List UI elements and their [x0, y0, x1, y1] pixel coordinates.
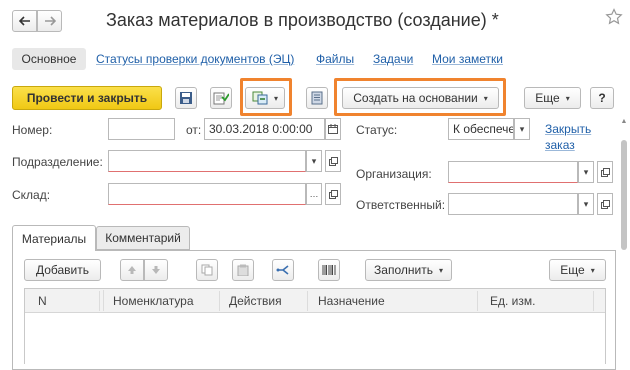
- fill-button[interactable]: Заполнить ▾: [365, 259, 452, 281]
- division-dropdown-button[interactable]: ▾: [306, 150, 322, 172]
- list-report-icon: [311, 91, 323, 105]
- status-select[interactable]: К обеспече: [448, 118, 514, 140]
- barcode-button[interactable]: [318, 259, 340, 281]
- post-and-close-label: Провести и закрыть: [26, 91, 148, 105]
- chevron-down-icon: ▾: [438, 265, 443, 275]
- organization-label: Организация:: [356, 167, 432, 181]
- column-header-purpose[interactable]: Назначение: [318, 291, 478, 311]
- tab-signature-status[interactable]: Статусы проверки документов (ЭЦ): [96, 52, 294, 66]
- forward-button[interactable]: [37, 10, 62, 32]
- tab-main[interactable]: Основное: [12, 48, 86, 70]
- open-window-icon: [600, 199, 610, 209]
- window-title: Заказ материалов в производство (создани…: [106, 10, 499, 30]
- tab-comment-label: Комментарий: [105, 231, 181, 245]
- open-window-icon: [600, 167, 610, 177]
- responsible-label: Ответственный:: [356, 198, 446, 212]
- copy-icon: [201, 264, 213, 276]
- column-header-actions[interactable]: Действия: [229, 291, 308, 311]
- chevron-down-icon: ▾: [311, 155, 317, 166]
- column-header-n[interactable]: N: [38, 291, 100, 311]
- open-window-icon: [328, 189, 338, 199]
- organization-open-button[interactable]: [597, 161, 613, 183]
- tab-files[interactable]: Файлы: [316, 52, 354, 66]
- close-order-link[interactable]: Закрыть заказ: [545, 121, 600, 153]
- date-field[interactable]: 30.03.2018 0:00:00: [204, 118, 325, 140]
- window-scrollbar[interactable]: ▲: [620, 118, 628, 364]
- open-window-icon: [328, 156, 338, 166]
- add-row-button[interactable]: Добавить: [24, 259, 101, 281]
- number-field[interactable]: [108, 118, 175, 140]
- arrow-up-icon: [128, 266, 136, 274]
- back-button[interactable]: [12, 10, 37, 32]
- tab-tasks[interactable]: Задачи: [373, 52, 413, 66]
- division-label: Подразделение:: [12, 155, 103, 169]
- highlight-create-based-on: [334, 78, 506, 116]
- move-up-button[interactable]: [120, 259, 144, 281]
- more-button[interactable]: Еще ▾: [524, 87, 581, 109]
- table-more-label: Еще: [560, 263, 585, 277]
- warehouse-label: Склад:: [12, 188, 51, 202]
- responsible-dropdown-button[interactable]: ▾: [578, 193, 594, 215]
- tab-comment[interactable]: Комментарий: [96, 226, 190, 250]
- division-open-button[interactable]: [325, 150, 341, 172]
- move-down-button[interactable]: [144, 259, 168, 281]
- responsible-field[interactable]: [448, 193, 578, 215]
- calendar-icon: [328, 124, 338, 134]
- column-divider: [103, 290, 104, 311]
- report-button[interactable]: [306, 87, 328, 109]
- date-from-label: от:: [186, 123, 202, 137]
- status-dropdown-button[interactable]: ▾: [514, 118, 530, 140]
- help-button-label: ?: [598, 91, 606, 105]
- more-button-label: Еще: [535, 91, 560, 105]
- tab-materials-label: Материалы: [21, 231, 87, 246]
- warehouse-open-button[interactable]: [325, 183, 341, 205]
- organization-dropdown-button[interactable]: ▾: [578, 161, 594, 183]
- barcode-icon: [322, 265, 336, 275]
- arrow-left-icon: [18, 16, 30, 26]
- scroll-up-arrow[interactable]: ▲: [620, 118, 628, 128]
- chevron-down-icon: ▾: [519, 123, 525, 134]
- chevron-down-icon: ▾: [565, 93, 570, 103]
- arrow-right-icon: [44, 16, 56, 26]
- star-icon[interactable]: [605, 8, 623, 26]
- post-document-icon: [213, 92, 229, 105]
- hierarchy-arrows-icon: [276, 265, 289, 275]
- status-label: Статус:: [356, 123, 398, 137]
- division-field[interactable]: [108, 150, 306, 172]
- ellipsis-icon: …: [309, 189, 319, 199]
- highlight-related-documents: [240, 78, 292, 116]
- column-header-unit[interactable]: Ед. изм.: [490, 291, 594, 311]
- post-button[interactable]: [210, 87, 232, 109]
- responsible-open-button[interactable]: [597, 193, 613, 215]
- structure-button[interactable]: [272, 259, 294, 281]
- fill-button-label: Заполнить: [374, 263, 433, 277]
- floppy-disk-icon: [180, 92, 192, 104]
- column-header-nomenclature[interactable]: Номенклатура: [113, 291, 220, 311]
- calendar-button[interactable]: [325, 118, 341, 140]
- tab-materials[interactable]: Материалы: [12, 225, 96, 251]
- clipboard-icon: [237, 264, 249, 276]
- copy-row-button[interactable]: [196, 259, 218, 281]
- tab-main-label: Основное: [21, 52, 77, 66]
- table-more-button[interactable]: Еще ▾: [549, 259, 606, 281]
- post-and-close-button[interactable]: Провести и закрыть: [12, 86, 162, 110]
- add-row-label: Добавить: [35, 263, 90, 277]
- organization-field[interactable]: [448, 161, 578, 183]
- chevron-down-icon: ▾: [590, 265, 595, 275]
- chevron-down-icon: ▾: [583, 166, 589, 177]
- chevron-down-icon: ▾: [583, 198, 589, 209]
- number-label: Номер:: [12, 123, 53, 137]
- scrollbar-thumb[interactable]: [621, 140, 627, 250]
- arrow-down-icon: [152, 266, 160, 274]
- warehouse-select-button[interactable]: …: [306, 183, 322, 205]
- warehouse-field[interactable]: [108, 183, 306, 205]
- tab-my-notes[interactable]: Мои заметки: [432, 52, 503, 66]
- help-button[interactable]: ?: [590, 87, 614, 109]
- paste-button[interactable]: [232, 259, 254, 281]
- save-button[interactable]: [175, 87, 197, 109]
